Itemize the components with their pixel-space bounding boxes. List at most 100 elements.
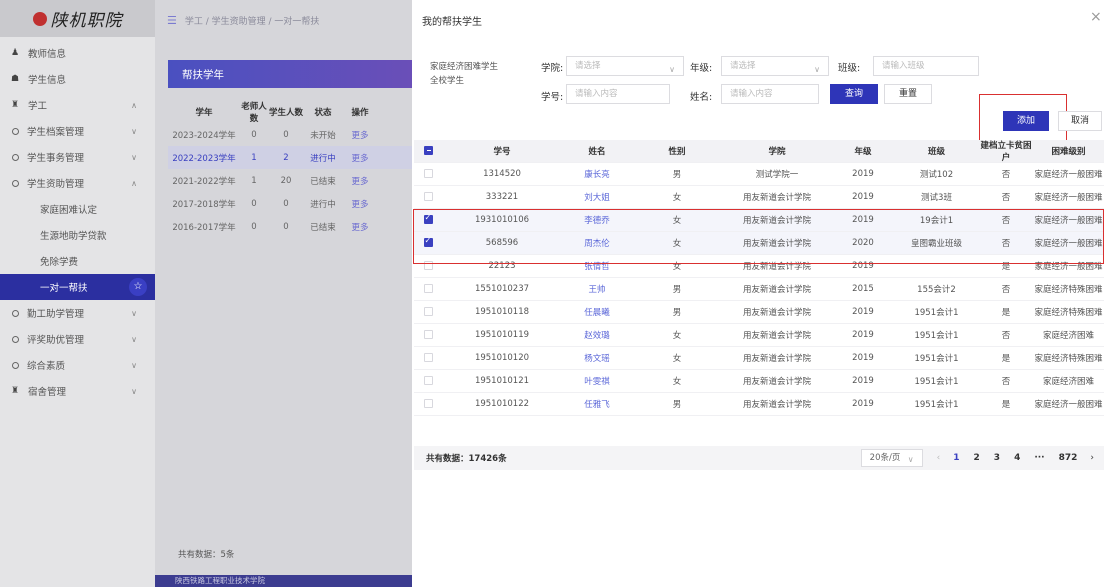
row-checkbox[interactable]	[414, 307, 442, 317]
sidebar-item[interactable]: ♜ 宿舍管理 ∨	[0, 378, 155, 404]
sidebar-item[interactable]: 生源地助学贷款	[0, 222, 155, 248]
row-checkbox[interactable]	[414, 399, 442, 409]
page-number[interactable]: 872	[1059, 453, 1078, 463]
table-row[interactable]: 1314520 康长亮 男 测试学院一 2019 测试102 否 家庭经济一般困难	[414, 163, 1104, 186]
student-name-link[interactable]: 赵效璐	[562, 329, 632, 341]
table-row[interactable]: 1951010121 叶雯祺 女 用友新道会计学院 2019 1951会计1 否 家庭经济困难	[414, 370, 1104, 393]
row-checkbox[interactable]	[414, 353, 442, 363]
chevron-down-icon: ∨	[131, 386, 137, 396]
table-row[interactable]: 2023-2024学年 0 0 未开始 更多	[168, 123, 412, 146]
more-link[interactable]: 更多	[342, 221, 378, 233]
table-row[interactable]: 1951010120 杨文瑶 女 用友新道会计学院 2019 1951会计1 是 家庭经济特殊…	[414, 347, 1104, 370]
student-icon: ☗	[10, 74, 20, 84]
star-icon[interactable]: ☆	[129, 278, 147, 296]
table-row[interactable]: 1951010119 赵效璐 女 用友新道会计学院 2019 1951会计1 否 家庭经济困难	[414, 324, 1104, 347]
search-button[interactable]: 查询	[830, 84, 878, 104]
table-row[interactable]: 2017-2018学年 0 0 进行中 更多	[168, 192, 412, 215]
type-all-students[interactable]: 全校学生	[430, 74, 498, 88]
table-row[interactable]: 1951010118 任晨曦 男 用友新道会计学院 2019 1951会计1 是 家庭经济特殊…	[414, 301, 1104, 324]
page-number[interactable]: 1	[953, 453, 959, 463]
table-cell: 男	[672, 285, 682, 295]
student-name-link[interactable]: 任晨曦	[562, 306, 632, 318]
student-name-link[interactable]: 杨文瑶	[562, 352, 632, 364]
reset-button[interactable]: 重置	[884, 84, 932, 104]
table-footer: 共有数据：17426条 20条/页 ∨ ‹ 1 2 3 4 ··· 872 ›	[414, 446, 1104, 470]
column-header: 困难级别	[1051, 147, 1086, 157]
sidebar-item[interactable]: 勤工助学管理 ∨	[0, 300, 155, 326]
class-input[interactable]: 请输入班级	[873, 56, 979, 76]
select-all-checkbox[interactable]	[414, 146, 442, 156]
more-link[interactable]: 更多	[342, 152, 378, 164]
table-cell: 0	[283, 221, 289, 232]
table-cell: 2019	[852, 376, 874, 386]
grade-select[interactable]: 请选择 ∨	[721, 56, 829, 76]
college-select[interactable]: 请选择 ∨	[566, 56, 684, 76]
sidebar-item[interactable]: 一对一帮扶 ☆	[0, 274, 155, 300]
student-id-input[interactable]: 请输入内容	[566, 84, 670, 104]
table-cell: 测试3班	[921, 193, 952, 203]
sidebar-item[interactable]: 学生事务管理 ∨	[0, 144, 155, 170]
student-name-link[interactable]: 康长亮	[562, 168, 632, 180]
page-size-select[interactable]: 20条/页 ∨	[860, 449, 923, 467]
page-number[interactable]: 3	[994, 453, 1000, 463]
table-cell: 家庭经济一般困难	[1034, 400, 1103, 410]
column-header: 班级	[927, 147, 945, 157]
student-name-link[interactable]: 王帅	[562, 283, 632, 295]
table-cell: 2015	[852, 284, 874, 294]
checkbox-icon	[423, 192, 433, 201]
sidebar-item[interactable]: 免除学费	[0, 248, 155, 274]
close-icon[interactable]: ×	[1090, 9, 1102, 25]
student-name-link[interactable]: 任雅飞	[562, 398, 632, 410]
table-cell: 1951会计1	[914, 377, 959, 387]
page-number[interactable]: ···	[1034, 453, 1044, 463]
table-row[interactable]: 1551010237 王帅 男 用友新道会计学院 2015 155会计2 否 家庭经济特殊困难	[414, 278, 1104, 301]
menu-toggle-icon[interactable]: ☰	[167, 14, 177, 27]
table-row[interactable]: 333221 刘大姐 女 用友新道会计学院 2019 测试3班 否 家庭经济一般困难	[414, 186, 1104, 209]
more-link[interactable]: 更多	[342, 198, 378, 210]
column-header: 年级	[854, 147, 872, 157]
add-button[interactable]: 添加	[1003, 111, 1049, 131]
table-cell: 2017-2018学年	[172, 199, 236, 210]
row-checkbox[interactable]	[414, 169, 442, 179]
table-cell: 是	[1001, 308, 1011, 318]
table-row[interactable]: 2021-2022学年 1 20 已结束 更多	[168, 169, 412, 192]
column-header: 操作	[351, 107, 369, 118]
table-cell: 已结束	[310, 176, 336, 187]
student-name-link[interactable]: 刘大姐	[562, 191, 632, 203]
sidebar-item[interactable]: ♜ 学工 ∧	[0, 92, 155, 118]
sidebar-item[interactable]: 家庭困难认定	[0, 196, 155, 222]
row-checkbox[interactable]	[414, 376, 442, 386]
sidebar-item[interactable]: 评奖助优管理 ∨	[0, 326, 155, 352]
sidebar-item-label: 学生事务管理	[27, 153, 85, 164]
table-cell: 否	[1001, 285, 1011, 295]
sidebar-item[interactable]: ☗ 学生信息	[0, 66, 155, 92]
table-cell: 1951010119	[474, 330, 530, 340]
row-checkbox[interactable]	[414, 330, 442, 340]
sidebar-item[interactable]: 学生档案管理 ∨	[0, 118, 155, 144]
table-cell: 用友新道会计学院	[742, 193, 811, 203]
page-number[interactable]: 2	[974, 453, 980, 463]
table-row[interactable]: 2022-2023学年 1 2 进行中 更多	[168, 146, 412, 169]
table-cell: 是	[1001, 354, 1011, 364]
page-number[interactable]: 4	[1014, 453, 1020, 463]
table-cell: 1951010120	[474, 353, 530, 363]
table-row[interactable]: 1951010122 任雅飞 男 用友新道会计学院 2019 1951会计1 是 家庭经济一般…	[414, 393, 1104, 416]
student-name-input[interactable]: 请输入内容	[721, 84, 819, 104]
table-cell: 0	[283, 129, 289, 140]
row-checkbox[interactable]	[414, 284, 442, 294]
sidebar-item[interactable]: ♟ 教师信息	[0, 40, 155, 66]
next-page-icon[interactable]: ›	[1090, 453, 1094, 463]
table-cell: 20	[280, 175, 292, 186]
prev-page-icon[interactable]: ‹	[937, 453, 941, 463]
sidebar-item[interactable]: 综合素质 ∨	[0, 352, 155, 378]
sidebar-item[interactable]: 学生资助管理 ∧	[0, 170, 155, 196]
more-link[interactable]: 更多	[342, 175, 378, 187]
cancel-button[interactable]: 取消	[1058, 111, 1102, 131]
table-row[interactable]: 2016-2017学年 0 0 已结束 更多	[168, 215, 412, 238]
table-cell: 333221	[485, 192, 519, 202]
type-poor-students[interactable]: 家庭经济困难学生	[430, 60, 498, 74]
more-link[interactable]: 更多	[342, 129, 378, 141]
student-name-link[interactable]: 叶雯祺	[562, 375, 632, 387]
sidebar-item-label: 综合素质	[27, 361, 66, 372]
row-checkbox[interactable]	[414, 192, 442, 202]
